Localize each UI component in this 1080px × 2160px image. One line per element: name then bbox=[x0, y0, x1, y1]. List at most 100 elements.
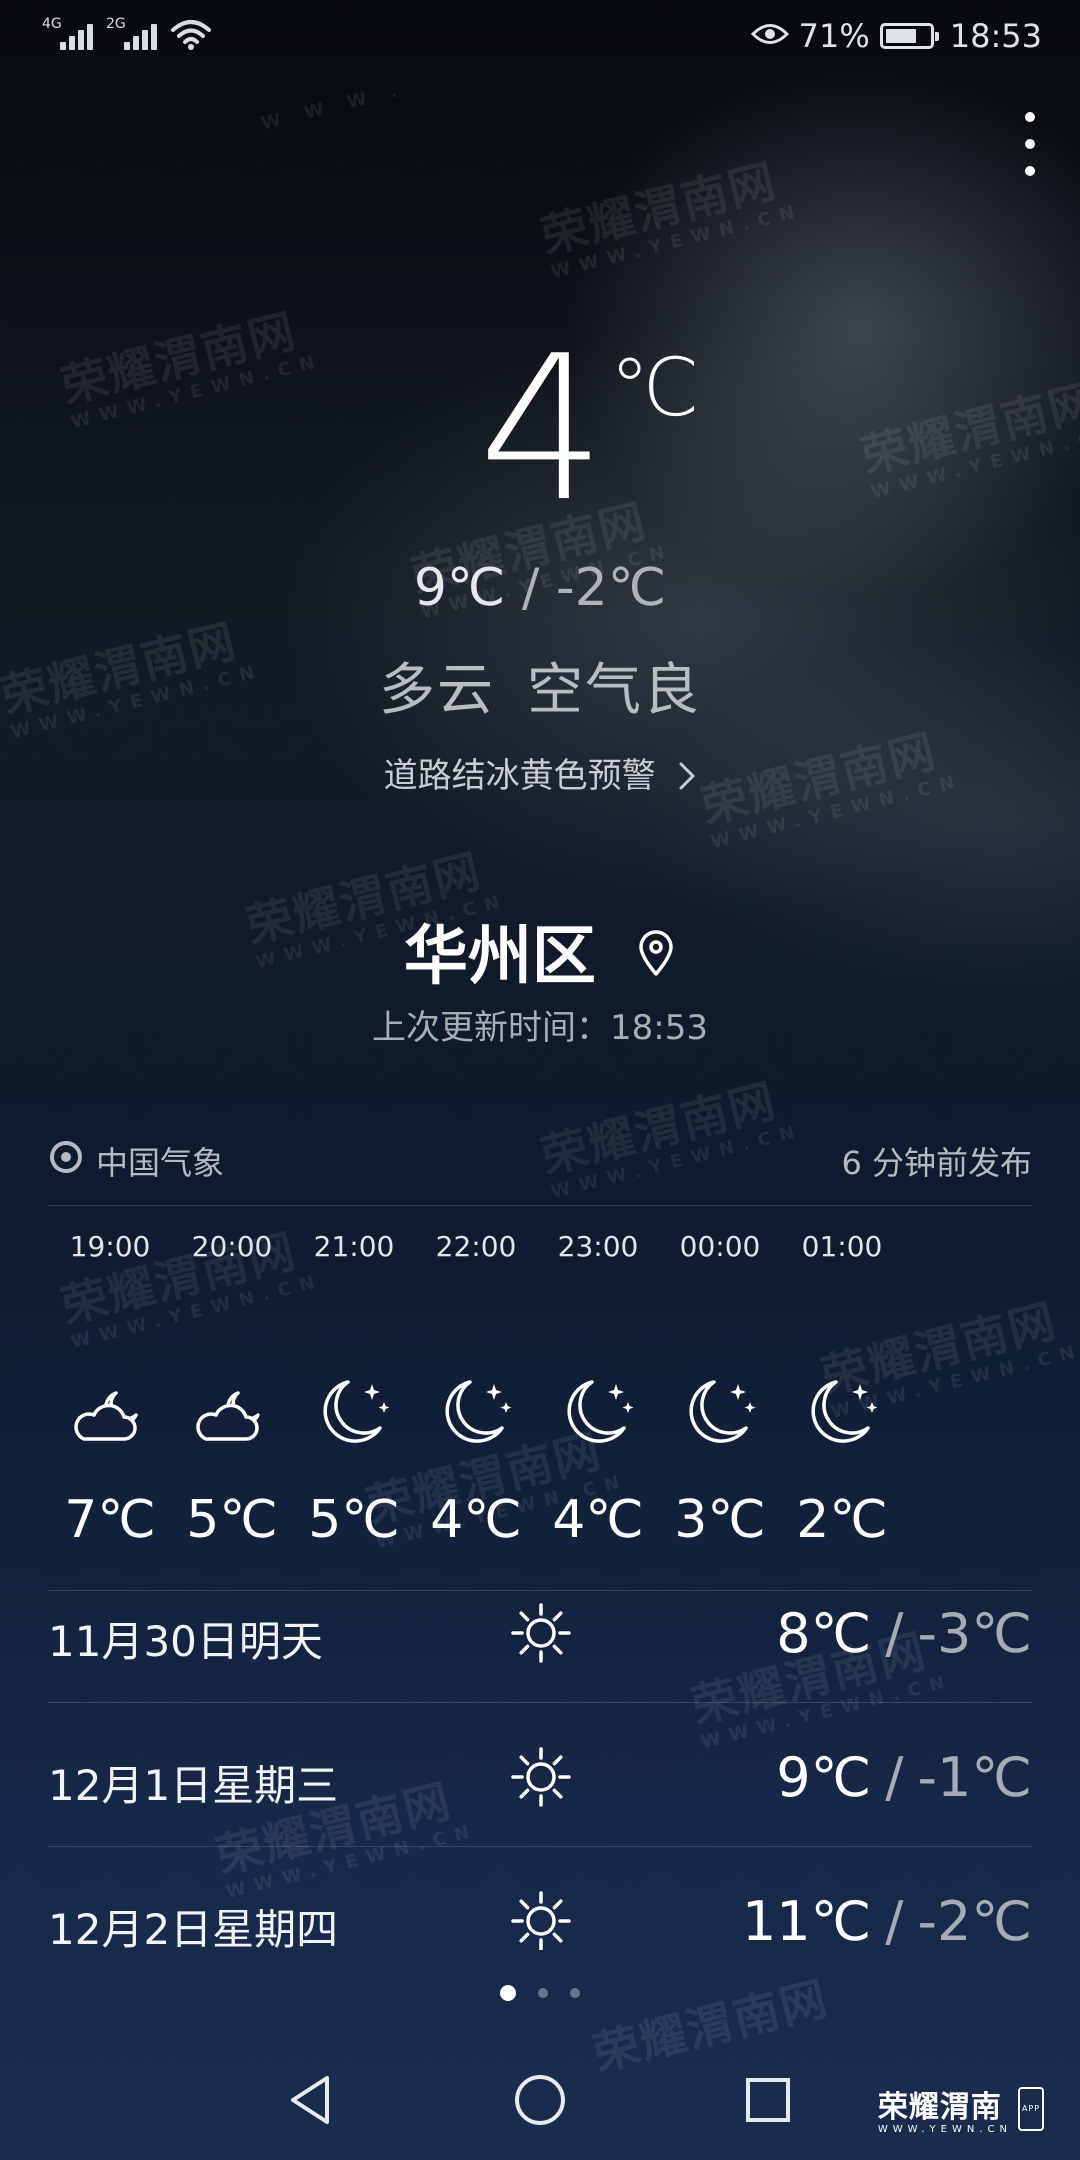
daily-forecast-row[interactable]: 12月1日星期三 9℃ / -1℃ bbox=[48, 1724, 1032, 1824]
daily-temperature-range: 9℃ / -1℃ bbox=[776, 1746, 1032, 1809]
daily-temperature-range: 11℃ / -2℃ bbox=[742, 1890, 1032, 1950]
daily-forecast-row[interactable]: 11月30日明天 8℃ / -3℃ bbox=[48, 1580, 1032, 1680]
last-updated: 上次更新时间：18:53 bbox=[0, 1000, 1080, 1049]
separator: / bbox=[885, 1602, 904, 1665]
hourly-time: 19:00 bbox=[69, 1230, 151, 1263]
eye-comfort-icon bbox=[750, 17, 789, 55]
network-type-label: 2G bbox=[106, 16, 126, 32]
clock: 18:53 bbox=[949, 17, 1042, 55]
hourly-time: 20:00 bbox=[191, 1230, 273, 1263]
hourly-item: 20:00 5℃ bbox=[162, 1230, 302, 1550]
clear-night-icon bbox=[528, 1370, 668, 1460]
daily-temperature-range: 8℃ / -3℃ bbox=[776, 1602, 1032, 1665]
last-updated-label: 上次更新时间： bbox=[372, 1008, 610, 1048]
divider bbox=[48, 1205, 1032, 1206]
hourly-time: 22:00 bbox=[435, 1230, 517, 1263]
daily-low: -1℃ bbox=[917, 1746, 1033, 1809]
daily-high: 9℃ bbox=[776, 1746, 872, 1809]
hourly-item: 23:00 4℃ bbox=[528, 1230, 668, 1550]
page-indicator bbox=[0, 1985, 1080, 2001]
temperature-unit: ℃ bbox=[609, 341, 700, 434]
daily-date: 12月2日星期四 bbox=[48, 1905, 339, 1950]
cellular-signal-1-icon: 4G bbox=[42, 16, 98, 52]
daily-forecast-list[interactable]: 11月30日明天 8℃ / -3℃ 12月1日星期三 9℃ / -1℃ 12月2日星期四 11℃ /… bbox=[0, 1580, 1080, 1950]
hourly-item: 19:00 7℃ bbox=[40, 1230, 180, 1550]
app-badge-text: APP bbox=[1021, 2104, 1041, 2113]
clear-night-icon bbox=[284, 1370, 424, 1460]
daily-low: -3℃ bbox=[917, 1602, 1033, 1665]
city-selector[interactable]: 华州区 bbox=[0, 905, 1080, 997]
hourly-temperature: 4℃ bbox=[552, 1490, 644, 1550]
weather-alert-link[interactable]: 道路结冰黄色预警 bbox=[0, 748, 1080, 797]
hourly-forecast[interactable]: 19:00 7℃ 20:00 5℃ 21:00 5℃ 22:00 4℃ 23:00 4℃ 00:00… bbox=[40, 1230, 1080, 1570]
hourly-temperature: 5℃ bbox=[308, 1490, 400, 1550]
battery-icon bbox=[879, 23, 939, 49]
more-options-icon[interactable] bbox=[1018, 112, 1042, 176]
weather-condition: 多云 bbox=[379, 658, 495, 723]
daily-date: 12月1日星期三 bbox=[48, 1761, 339, 1810]
page-dot bbox=[500, 1985, 516, 2001]
hourly-temperature: 5℃ bbox=[186, 1490, 278, 1550]
current-temperature-block: 4 ℃ bbox=[0, 330, 1080, 530]
hourly-time: 23:00 bbox=[557, 1230, 639, 1263]
status-bar: 4G 2G 71% 18:53 bbox=[0, 0, 1080, 72]
page-dot bbox=[570, 1988, 580, 1998]
daily-high: 11℃ bbox=[741, 1890, 872, 1950]
hourly-time: 01:00 bbox=[801, 1230, 883, 1263]
network-type-label: 4G bbox=[42, 16, 62, 32]
daily-high: 8℃ bbox=[776, 1602, 872, 1665]
hourly-temperature: 7℃ bbox=[64, 1490, 156, 1550]
sunny-icon bbox=[506, 1886, 576, 1950]
divider bbox=[48, 1702, 1032, 1703]
brand-domain: WWW.YEWN.CN bbox=[877, 2124, 1012, 2135]
weather-alert-text: 道路结冰黄色预警 bbox=[383, 756, 656, 796]
condition-line: 多云 空气良 bbox=[0, 645, 1080, 726]
daily-low: -2℃ bbox=[917, 1890, 1033, 1950]
location-pin-icon bbox=[636, 919, 676, 993]
hourly-item: 01:00 2℃ bbox=[772, 1230, 912, 1550]
wifi-icon bbox=[170, 18, 212, 56]
separator: / bbox=[885, 1890, 904, 1950]
hourly-temperature: 3℃ bbox=[674, 1490, 766, 1550]
clear-night-icon bbox=[650, 1370, 790, 1460]
data-source-row: 中国气象 6 分钟前发布 bbox=[48, 1138, 1032, 1184]
today-low: -2℃ bbox=[555, 558, 667, 618]
partly-cloudy-night-icon bbox=[40, 1370, 180, 1460]
high-low-temperature: 9℃ / -2℃ bbox=[0, 558, 1080, 618]
watermark: 荣耀渭南网 WWW.YEWN.CN bbox=[535, 153, 806, 284]
chevron-right-icon bbox=[678, 756, 696, 796]
hourly-temperature: 4℃ bbox=[430, 1490, 522, 1550]
partly-cloudy-night-icon bbox=[162, 1370, 302, 1460]
sunny-icon bbox=[506, 1598, 576, 1668]
divider bbox=[48, 1846, 1032, 1847]
separator: / bbox=[885, 1746, 904, 1809]
air-quality[interactable]: 空气良 bbox=[527, 658, 701, 723]
watermark: W W W . bbox=[259, 78, 409, 135]
sunny-icon bbox=[506, 1742, 576, 1812]
hourly-time: 21:00 bbox=[313, 1230, 395, 1263]
cellular-signal-2-icon: 2G bbox=[106, 16, 162, 52]
hourly-item: 00:00 3℃ bbox=[650, 1230, 790, 1550]
daily-forecast-row[interactable]: 12月2日星期四 11℃ / -2℃ bbox=[48, 1868, 1032, 1950]
hourly-temperature: 2℃ bbox=[796, 1490, 888, 1550]
recent-apps-button[interactable] bbox=[738, 2070, 798, 2130]
daily-date: 11月30日明天 bbox=[48, 1617, 323, 1666]
back-button[interactable] bbox=[280, 2070, 340, 2130]
home-button[interactable] bbox=[510, 2070, 570, 2130]
brand-logo: 荣耀渭南 WWW.YEWN.CN APP bbox=[878, 2082, 1044, 2135]
hourly-item: 22:00 4℃ bbox=[406, 1230, 546, 1550]
brand-name: 荣耀渭南 bbox=[877, 2090, 1002, 2125]
city-name: 华州区 bbox=[403, 920, 596, 994]
current-temperature: 4 ℃ bbox=[478, 330, 699, 530]
hourly-item: 21:00 5℃ bbox=[284, 1230, 424, 1550]
separator: / bbox=[521, 558, 540, 618]
published-time: 6 分钟前发布 bbox=[841, 1144, 1032, 1182]
clear-night-icon bbox=[772, 1370, 912, 1460]
today-high: 9℃ bbox=[413, 558, 506, 618]
cma-logo-icon bbox=[48, 1139, 84, 1183]
last-updated-time: 18:53 bbox=[610, 1008, 708, 1048]
battery-percent: 71% bbox=[798, 17, 870, 55]
current-temperature-value: 4 bbox=[478, 313, 605, 546]
app-badge-icon: APP bbox=[1018, 2086, 1044, 2131]
hourly-time: 00:00 bbox=[679, 1230, 761, 1263]
